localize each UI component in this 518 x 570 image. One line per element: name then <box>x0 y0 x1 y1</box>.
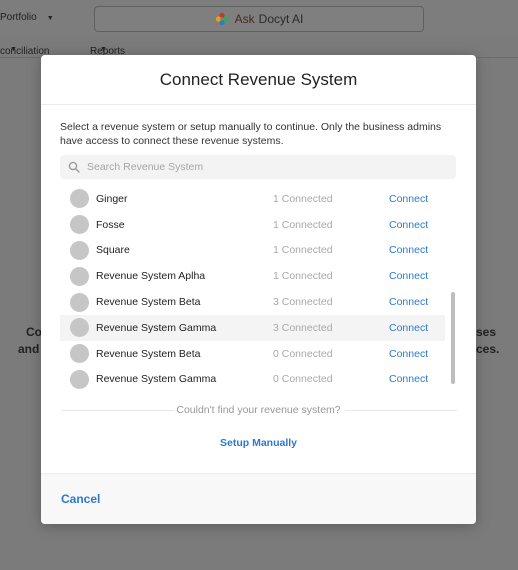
avatar <box>70 215 89 235</box>
connection-count: 3 Connected <box>273 296 333 309</box>
modal-footer: Cancel <box>41 473 476 524</box>
connect-button[interactable]: Connect <box>389 219 428 231</box>
search-icon <box>68 161 80 173</box>
connect-button[interactable]: Connect <box>389 244 428 256</box>
ask-prefix: Ask <box>234 12 255 26</box>
revenue-system-name: Square <box>96 244 130 257</box>
list-item: Revenue System Beta 3 Connected Connect <box>60 289 445 315</box>
revenue-system-name: Revenue System Beta <box>96 347 201 360</box>
list-item: Revenue System Beta 0 Connected Connect <box>60 341 445 367</box>
not-found-text: Couldn't find your revenue system? <box>176 404 341 416</box>
search-input[interactable] <box>87 161 447 173</box>
background-text: ces. <box>476 342 500 356</box>
connection-count: 1 Connected <box>273 244 333 257</box>
cancel-button[interactable]: Cancel <box>61 492 100 506</box>
revenue-system-name: Revenue System Gamma <box>96 321 217 334</box>
connect-button[interactable]: Connect <box>389 373 428 385</box>
background-text: and <box>18 342 40 356</box>
avatar <box>70 318 89 338</box>
connection-count: 1 Connected <box>273 218 333 231</box>
list-item: Revenue System Gamma 0 Connected Connect <box>60 367 445 393</box>
list-item-hovered: Revenue System Gamma 3 Connected Connect <box>60 314 445 341</box>
ai-sparkle-icon <box>215 12 228 26</box>
revenue-system-name: Revenue System Gamma <box>96 373 217 386</box>
caret-down-icon: ▼ <box>10 46 17 53</box>
connection-count: 1 Connected <box>273 270 333 283</box>
list-scrollbar[interactable] <box>451 188 455 384</box>
revenue-system-list: Ginger 1 Connected Connect Fosse 1 Conne… <box>60 186 445 394</box>
connect-button[interactable]: Connect <box>389 193 428 205</box>
connect-button[interactable]: Connect <box>389 270 428 282</box>
ask-docyt-ai-button[interactable]: Ask Docyt AI <box>94 6 424 32</box>
connection-count: 3 Connected <box>273 321 333 334</box>
connection-count: 1 Connected <box>273 192 333 205</box>
list-item: Ginger 1 Connected Connect <box>60 186 445 212</box>
scrollbar-thumb[interactable] <box>451 292 455 384</box>
revenue-system-name: Fosse <box>96 218 125 231</box>
portfolio-menu[interactable]: Portfolio ▼ <box>0 12 54 23</box>
avatar <box>70 344 89 364</box>
connection-count: 0 Connected <box>273 347 333 360</box>
list-item: Fosse 1 Connected Connect <box>60 212 445 238</box>
revenue-system-name: Revenue System Beta <box>96 296 201 309</box>
modal-title: Connect Revenue System <box>159 69 358 89</box>
avatar <box>70 369 89 389</box>
search-box[interactable] <box>60 155 456 179</box>
revenue-system-name: Ginger <box>96 192 128 205</box>
connect-button[interactable]: Connect <box>389 348 428 360</box>
connect-button[interactable]: Connect <box>389 322 428 334</box>
modal-header: Connect Revenue System <box>41 55 476 105</box>
connection-count: 0 Connected <box>273 373 333 386</box>
background-text: ses <box>476 325 497 339</box>
ask-brand-name: Docyt AI <box>258 12 304 26</box>
setup-manually-button[interactable]: Setup Manually <box>41 437 476 449</box>
list-item: Revenue System Aplha 1 Connected Connect <box>60 263 445 289</box>
connect-button[interactable]: Connect <box>389 296 428 308</box>
top-bar: Portfolio ▼ Ask Docyt AI <box>0 0 518 36</box>
portfolio-label: Portfolio <box>0 12 37 23</box>
list-item: Square 1 Connected Connect <box>60 238 445 264</box>
caret-down-icon: ▼ <box>46 15 54 22</box>
caret-down-icon: ▼ <box>100 46 107 53</box>
avatar <box>70 240 89 260</box>
avatar <box>70 189 89 209</box>
avatar <box>70 292 89 312</box>
avatar <box>70 266 89 286</box>
connect-revenue-system-modal: Connect Revenue System Select a revenue … <box>41 55 476 524</box>
revenue-system-name: Revenue System Aplha <box>96 270 206 283</box>
modal-description: Select a revenue system or setup manuall… <box>60 121 442 147</box>
background-text: Co <box>26 325 42 339</box>
